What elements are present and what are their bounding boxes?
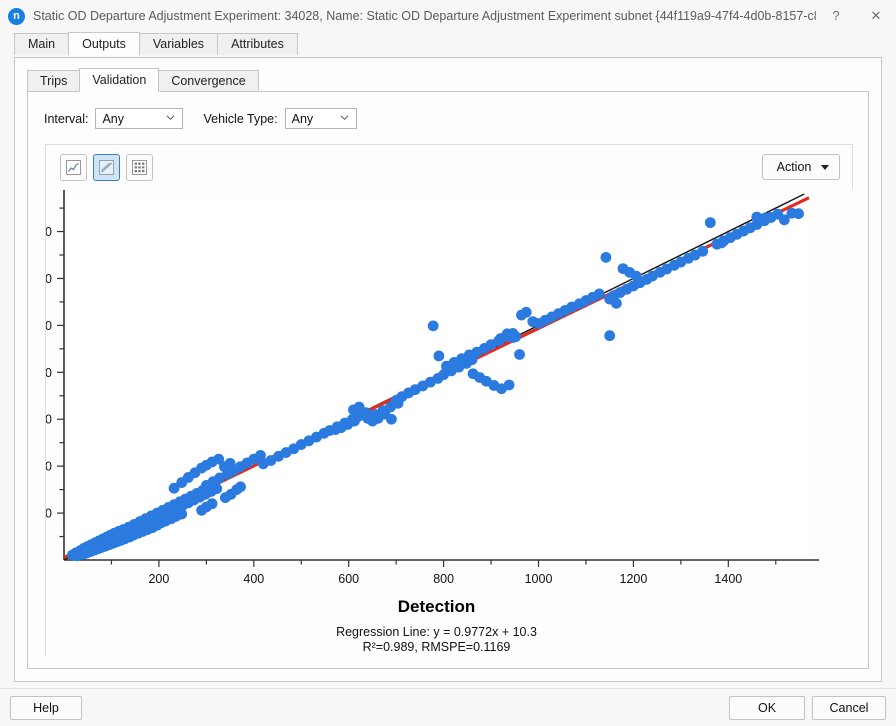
data-point bbox=[521, 307, 532, 318]
chart-toolbar: Action bbox=[46, 145, 852, 189]
data-point bbox=[78, 549, 89, 560]
y-tick-label: 1400 bbox=[46, 225, 52, 239]
tab-outputs[interactable]: Outputs bbox=[68, 32, 140, 56]
title-bar: n Static OD Departure Adjustment Experim… bbox=[0, 0, 896, 32]
tab-convergence[interactable]: Convergence bbox=[158, 70, 258, 91]
scatter-plot[interactable]: 200 400 600 800 1000 1200 1400 200 400 600 800 1000… bbox=[46, 189, 854, 657]
tab-main[interactable]: Main bbox=[14, 33, 69, 55]
close-icon[interactable]: ✕ bbox=[856, 0, 896, 32]
inner-tab-strip: Trips Validation Convergence bbox=[15, 68, 881, 91]
tab-trips[interactable]: Trips bbox=[27, 70, 80, 91]
scatter-plot-icon bbox=[98, 159, 115, 176]
chevron-down-icon bbox=[166, 113, 175, 122]
tab-variables[interactable]: Variables bbox=[139, 33, 218, 55]
y-tick-label: 800 bbox=[46, 366, 52, 380]
vehicle-type-label: Vehicle Type: bbox=[203, 112, 277, 126]
chart-annotation: R²=0.989, RMSPE=0.1169 bbox=[363, 640, 511, 654]
footer-divider bbox=[0, 688, 896, 689]
vehicle-type-select[interactable]: Any bbox=[285, 108, 357, 129]
line-chart-button[interactable] bbox=[60, 154, 87, 181]
data-point bbox=[514, 349, 525, 360]
chevron-down-icon bbox=[821, 165, 829, 170]
x-tick-label: 1200 bbox=[620, 572, 648, 586]
y-tick-label: 400 bbox=[46, 460, 52, 474]
y-tick-label: 1000 bbox=[46, 319, 52, 333]
data-point bbox=[504, 380, 515, 391]
cancel-button[interactable]: Cancel bbox=[812, 696, 886, 720]
x-tick-label: 400 bbox=[243, 572, 264, 586]
chart-annotation: Regression Line: y = 0.9772x + 10.3 bbox=[336, 625, 537, 639]
y-tick-label: 600 bbox=[46, 413, 52, 427]
data-point bbox=[760, 213, 771, 224]
x-tick-label: 1000 bbox=[525, 572, 553, 586]
x-axis-title: Detection bbox=[398, 597, 475, 616]
interval-select[interactable]: Any bbox=[95, 108, 183, 129]
data-point bbox=[433, 350, 444, 361]
data-point bbox=[716, 237, 727, 248]
dialog-footer: Help OK Cancel bbox=[0, 688, 896, 726]
action-label: Action bbox=[777, 160, 812, 174]
data-point bbox=[601, 252, 612, 263]
grid-icon bbox=[131, 159, 148, 176]
x-tick-label: 200 bbox=[148, 572, 169, 586]
data-point bbox=[697, 246, 708, 257]
data-point bbox=[354, 402, 365, 413]
y-tick-label: 1200 bbox=[46, 272, 52, 286]
data-point bbox=[235, 481, 246, 492]
outputs-panel: Trips Validation Convergence Interval: A… bbox=[14, 57, 882, 682]
interval-label: Interval: bbox=[44, 112, 88, 126]
data-point bbox=[631, 271, 642, 282]
data-point bbox=[207, 498, 218, 509]
data-point bbox=[330, 424, 341, 435]
data-point bbox=[611, 298, 622, 309]
interval-value: Any bbox=[102, 112, 124, 126]
vehicle-type-value: Any bbox=[292, 112, 314, 126]
line-chart-icon bbox=[65, 159, 82, 176]
table-view-button[interactable] bbox=[126, 154, 153, 181]
action-dropdown-button[interactable]: Action bbox=[762, 154, 840, 180]
window-title: Static OD Departure Adjustment Experimen… bbox=[33, 9, 816, 23]
data-point bbox=[428, 320, 439, 331]
tab-validation[interactable]: Validation bbox=[79, 68, 159, 92]
x-tick-label: 800 bbox=[433, 572, 454, 586]
validation-panel: Interval: Any Vehicle Type: Any bbox=[27, 91, 869, 669]
data-point bbox=[594, 289, 605, 300]
ok-button[interactable]: OK bbox=[729, 696, 805, 720]
data-point bbox=[705, 217, 716, 228]
filter-row: Interval: Any Vehicle Type: Any bbox=[28, 92, 868, 129]
data-point bbox=[386, 414, 397, 425]
tab-attributes[interactable]: Attributes bbox=[217, 33, 298, 55]
help-icon[interactable]: ? bbox=[816, 0, 856, 32]
chart-group: Action 200 400 600 800 1000 1200 1400 200 400 600… bbox=[45, 144, 853, 656]
scatter-chart-button[interactable] bbox=[93, 154, 120, 181]
data-point bbox=[793, 208, 804, 219]
chevron-down-icon bbox=[340, 113, 349, 122]
scatter-plot-canvas: 200 400 600 800 1000 1200 1400 200 400 600 800 1000… bbox=[46, 189, 854, 657]
x-tick-label: 600 bbox=[338, 572, 359, 586]
outer-tab-strip: Main Outputs Variables Attributes bbox=[0, 32, 896, 55]
data-point bbox=[604, 330, 615, 341]
data-point bbox=[495, 333, 506, 344]
x-tick-label: 1400 bbox=[714, 572, 742, 586]
app-icon: n bbox=[8, 8, 25, 25]
help-button[interactable]: Help bbox=[10, 696, 82, 720]
y-tick-label: 200 bbox=[46, 507, 52, 521]
